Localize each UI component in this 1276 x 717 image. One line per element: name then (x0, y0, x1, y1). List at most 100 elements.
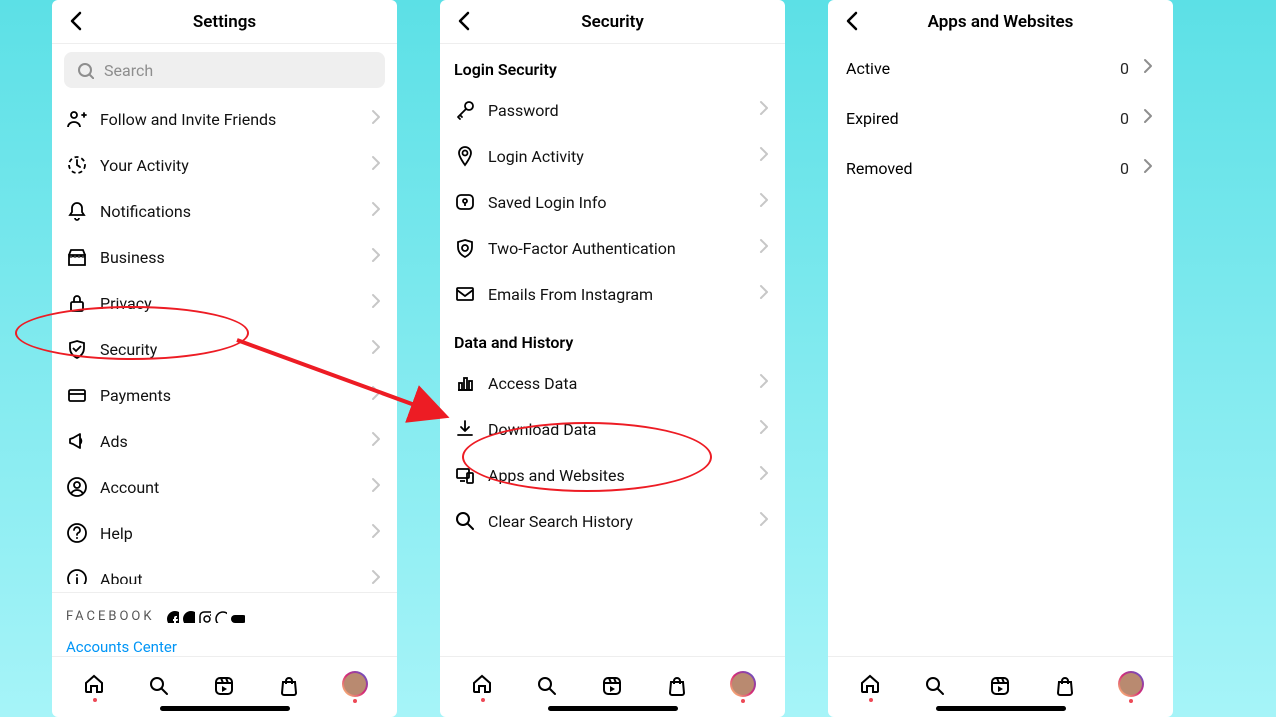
menu-label: Download Data (488, 420, 755, 439)
chevron-right-icon (755, 371, 771, 395)
chevron-right-icon (755, 282, 771, 306)
search-tab[interactable] (144, 675, 176, 699)
lock-icon (66, 292, 88, 314)
download-icon (454, 418, 476, 440)
accounts-center-link[interactable]: Accounts Center (52, 638, 397, 656)
chevron-right-icon (367, 291, 383, 315)
menu-label: About (100, 570, 367, 585)
list-item-active[interactable]: Active0 (828, 43, 1173, 93)
back-button[interactable] (454, 9, 476, 37)
menu-item-download-data[interactable]: Download Data (440, 406, 785, 452)
megaphone-icon (66, 430, 88, 452)
list-item-expired[interactable]: Expired0 (828, 93, 1173, 143)
reels-tab[interactable] (209, 675, 241, 699)
menu-item-emails-from-instagram[interactable]: Emails From Instagram (440, 271, 785, 317)
menu-item-password[interactable]: Password (440, 87, 785, 133)
home-indicator[interactable] (548, 706, 678, 711)
profile-tab[interactable] (1115, 671, 1147, 703)
section-header: Login Security (440, 44, 785, 87)
menu-item-saved-login-info[interactable]: Saved Login Info (440, 179, 785, 225)
search-input[interactable]: Search (64, 52, 385, 88)
profile-tab[interactable] (339, 671, 371, 703)
search-icon (454, 510, 476, 532)
list-label: Active (846, 59, 1120, 78)
oculus-icon (231, 611, 245, 623)
home-tab[interactable] (467, 672, 499, 702)
shop-tab[interactable] (274, 675, 306, 699)
reels-tab[interactable] (597, 675, 629, 699)
chevron-right-icon (367, 567, 383, 584)
section-header: Data and History (440, 317, 785, 360)
chevron-right-icon (367, 521, 383, 545)
account-icon (66, 476, 88, 498)
menu-label: Ads (100, 432, 367, 451)
menu-item-notifications[interactable]: Notifications (52, 188, 397, 234)
search-tab[interactable] (920, 675, 952, 699)
menu-item-account[interactable]: Account (52, 464, 397, 510)
menu-label: Emails From Instagram (488, 285, 755, 304)
menu-item-ads[interactable]: Ads (52, 418, 397, 464)
keyhole-icon (454, 191, 476, 213)
menu-label: Access Data (488, 374, 755, 393)
header: Security (440, 0, 785, 44)
menu-item-follow-and-invite-friends[interactable]: Follow and Invite Friends (52, 96, 397, 142)
menu-item-privacy[interactable]: Privacy (52, 280, 397, 326)
chevron-right-icon (367, 153, 383, 177)
menu-label: Password (488, 101, 755, 120)
shop-tab[interactable] (1050, 675, 1082, 699)
shop-tab[interactable] (662, 675, 694, 699)
chevron-right-icon (755, 144, 771, 168)
instagram-icon (199, 611, 211, 623)
menu-item-two-factor-authentication[interactable]: Two-Factor Authentication (440, 225, 785, 271)
chevron-right-icon (367, 429, 383, 453)
menu-item-payments[interactable]: Payments (52, 372, 397, 418)
menu-label: Help (100, 524, 367, 543)
page-title: Settings (193, 12, 256, 32)
home-tab[interactable] (855, 672, 887, 702)
home-tab[interactable] (79, 672, 111, 702)
menu-label: Privacy (100, 294, 367, 313)
menu-item-help[interactable]: Help (52, 510, 397, 556)
menu-label: Follow and Invite Friends (100, 110, 367, 129)
security-screen: Security Login Security Password Login Act… (440, 0, 785, 717)
menu-label: Apps and Websites (488, 466, 755, 485)
chevron-right-icon (755, 190, 771, 214)
profile-tab[interactable] (727, 671, 759, 703)
menu-label: Account (100, 478, 367, 497)
facebook-brand: FACEBOOK (52, 592, 397, 628)
chevron-right-icon (755, 509, 771, 533)
chevron-right-icon (367, 337, 383, 361)
chevron-right-icon (367, 107, 383, 131)
menu-label: Your Activity (100, 156, 367, 175)
search-tab[interactable] (532, 675, 564, 699)
back-button[interactable] (842, 9, 864, 37)
chevron-right-icon (367, 245, 383, 269)
count-value: 0 (1120, 59, 1129, 78)
chevron-right-icon (755, 236, 771, 260)
home-indicator[interactable] (936, 706, 1066, 711)
chevron-right-icon (755, 463, 771, 487)
menu-item-about[interactable]: About (52, 556, 397, 584)
menu-label: Security (100, 340, 367, 359)
reels-tab[interactable] (985, 675, 1017, 699)
menu-item-security[interactable]: Security (52, 326, 397, 372)
barchart-icon (454, 372, 476, 394)
back-button[interactable] (66, 9, 88, 37)
count-value: 0 (1120, 109, 1129, 128)
home-indicator[interactable] (160, 706, 290, 711)
header: Settings (52, 0, 397, 44)
chevron-right-icon (1139, 156, 1155, 180)
key-icon (454, 99, 476, 121)
menu-item-apps-and-websites[interactable]: Apps and Websites (440, 452, 785, 498)
shield-icon (66, 338, 88, 360)
shield-check-icon (454, 237, 476, 259)
chevron-right-icon (1139, 56, 1155, 80)
menu-item-access-data[interactable]: Access Data (440, 360, 785, 406)
devices-icon (454, 464, 476, 486)
list-item-removed[interactable]: Removed0 (828, 143, 1173, 193)
chevron-right-icon (755, 417, 771, 441)
menu-item-your-activity[interactable]: Your Activity (52, 142, 397, 188)
menu-item-business[interactable]: Business (52, 234, 397, 280)
menu-item-clear-search-history[interactable]: Clear Search History (440, 498, 785, 544)
menu-item-login-activity[interactable]: Login Activity (440, 133, 785, 179)
